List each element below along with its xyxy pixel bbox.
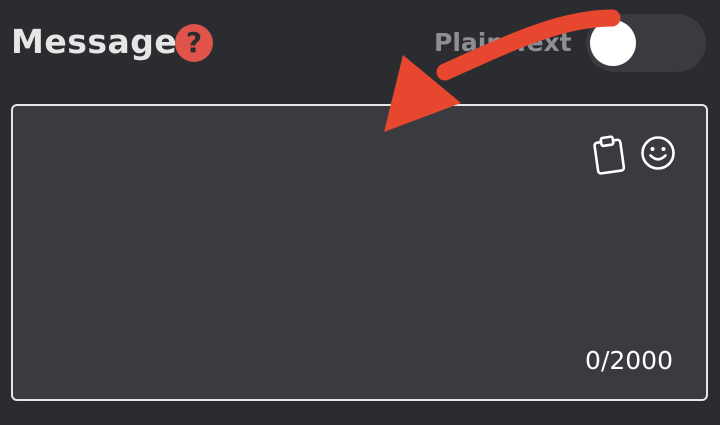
message-title: Message bbox=[11, 22, 178, 61]
clipboard-icon[interactable] bbox=[591, 134, 629, 176]
character-counter: 0/2000 bbox=[585, 346, 673, 375]
message-editor[interactable]: 0/2000 bbox=[11, 104, 708, 401]
emoji-icon[interactable] bbox=[640, 135, 676, 171]
plain-text-toggle[interactable] bbox=[586, 14, 706, 72]
toggle-knob bbox=[590, 20, 636, 66]
plain-text-label: Plain Text bbox=[434, 28, 572, 57]
help-icon[interactable]: ? bbox=[175, 24, 213, 62]
